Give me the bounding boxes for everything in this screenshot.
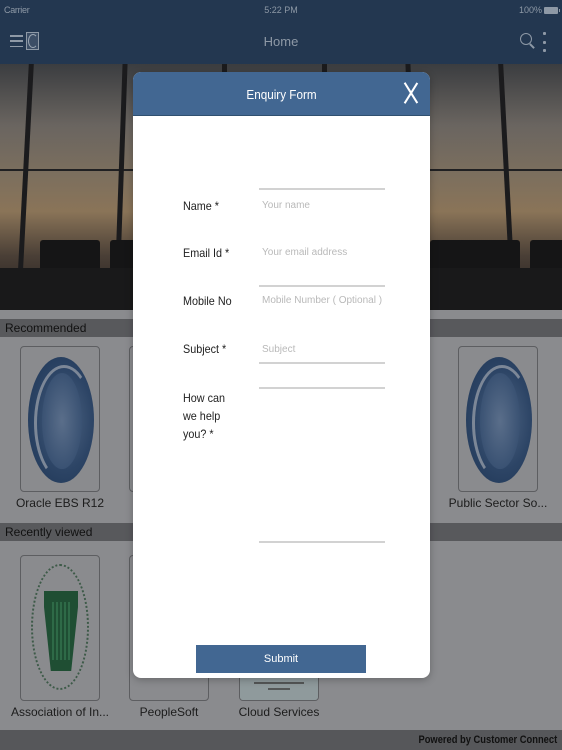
column-icon <box>52 602 70 660</box>
mobile-input[interactable] <box>259 276 385 324</box>
modal-title: Enquiry Form <box>246 87 317 102</box>
seat <box>40 240 100 270</box>
nav-bar: Home <box>0 20 562 64</box>
footer: Powered by Customer Connect <box>0 730 562 750</box>
enquiry-form-modal: Enquiry Form Name * Email Id * Mobile No… <box>133 72 430 678</box>
tile-card[interactable] <box>20 555 100 701</box>
submit-button[interactable]: Submit <box>196 645 366 673</box>
customer-connect-logo-icon <box>466 357 532 483</box>
tile-label: Public Sector So... <box>448 496 548 510</box>
section-title: Recommended <box>5 321 87 335</box>
battery-percent: 100% <box>518 5 542 15</box>
mobile-label: Mobile No <box>183 294 232 308</box>
email-label: Email Id * <box>183 246 230 260</box>
powered-by-text: Powered by Customer Connect <box>418 734 557 746</box>
name-input[interactable] <box>259 181 385 229</box>
message-label: How can we help you? * <box>183 391 226 441</box>
more-vertical-icon[interactable] <box>541 32 547 52</box>
tile-card[interactable] <box>458 346 538 492</box>
tile-card[interactable] <box>20 346 100 492</box>
search-icon[interactable] <box>520 33 534 51</box>
subject-label: Subject * <box>183 342 227 356</box>
modal-header: Enquiry Form <box>133 72 430 116</box>
tile-label: Cloud Services <box>238 705 320 719</box>
status-bar: Carrier 5:22 PM 100% <box>0 0 562 20</box>
name-label: Name * <box>183 199 220 213</box>
email-input[interactable] <box>259 228 385 276</box>
customer-connect-logo-icon <box>28 357 94 483</box>
section-title: Recently viewed <box>5 525 93 539</box>
tile-oracle-ebs-r12[interactable]: Oracle EBS R12 <box>16 346 104 510</box>
seat <box>460 240 520 270</box>
input-divider <box>259 541 385 543</box>
message-textarea[interactable] <box>259 389 385 539</box>
close-icon[interactable] <box>402 82 420 104</box>
subject-input[interactable] <box>259 325 385 373</box>
input-divider <box>259 362 385 364</box>
page-title: Home <box>263 34 299 49</box>
tile-label: Oracle EBS R12 <box>15 496 105 510</box>
tile-public-sector[interactable]: Public Sector So... <box>449 346 547 510</box>
clock: 5:22 PM <box>264 5 298 15</box>
battery-icon <box>544 6 560 14</box>
battery-status: 100% <box>518 5 560 15</box>
tile-association[interactable]: Association of In... <box>11 555 109 719</box>
seat <box>530 240 562 270</box>
